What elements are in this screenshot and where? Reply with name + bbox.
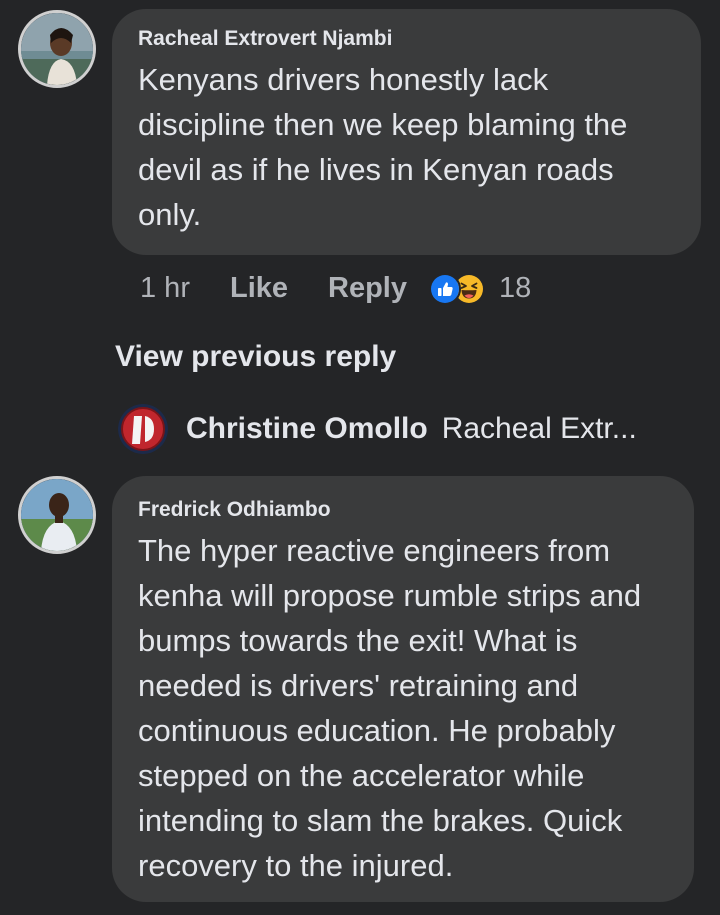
reply-preview-text: Racheal Extr...: [441, 412, 637, 445]
comment-text: The hyper reactive engineers from kenha …: [138, 533, 642, 883]
comment-actions: 1 hr Like Reply 18: [140, 272, 531, 305]
avatar-fredrick[interactable]: [18, 476, 96, 554]
view-previous-reply-link[interactable]: View previous reply: [115, 340, 396, 374]
comment-timestamp[interactable]: 1 hr: [140, 272, 190, 305]
avatar-christine[interactable]: [118, 404, 168, 454]
reactions-summary[interactable]: 18: [429, 272, 531, 305]
comment-text: Kenyans drivers honestly lack discipline…: [138, 62, 628, 232]
comment-bubble: Fredrick Odhiambo The hyper reactive eng…: [112, 476, 694, 902]
reaction-count: 18: [499, 272, 532, 304]
reply-button[interactable]: Reply: [328, 272, 407, 305]
reply-author[interactable]: Christine Omollo: [186, 412, 428, 446]
comment-author[interactable]: Fredrick Odhiambo: [138, 497, 668, 523]
reply-preview[interactable]: Christine Omollo Racheal Extr...: [118, 404, 637, 454]
comment-author[interactable]: Racheal Extrovert Njambi: [138, 26, 675, 52]
like-icon: [429, 272, 461, 305]
avatar-racheal[interactable]: [18, 10, 96, 88]
comment-bubble: Racheal Extrovert Njambi Kenyans drivers…: [112, 9, 701, 255]
like-button[interactable]: Like: [230, 272, 288, 305]
